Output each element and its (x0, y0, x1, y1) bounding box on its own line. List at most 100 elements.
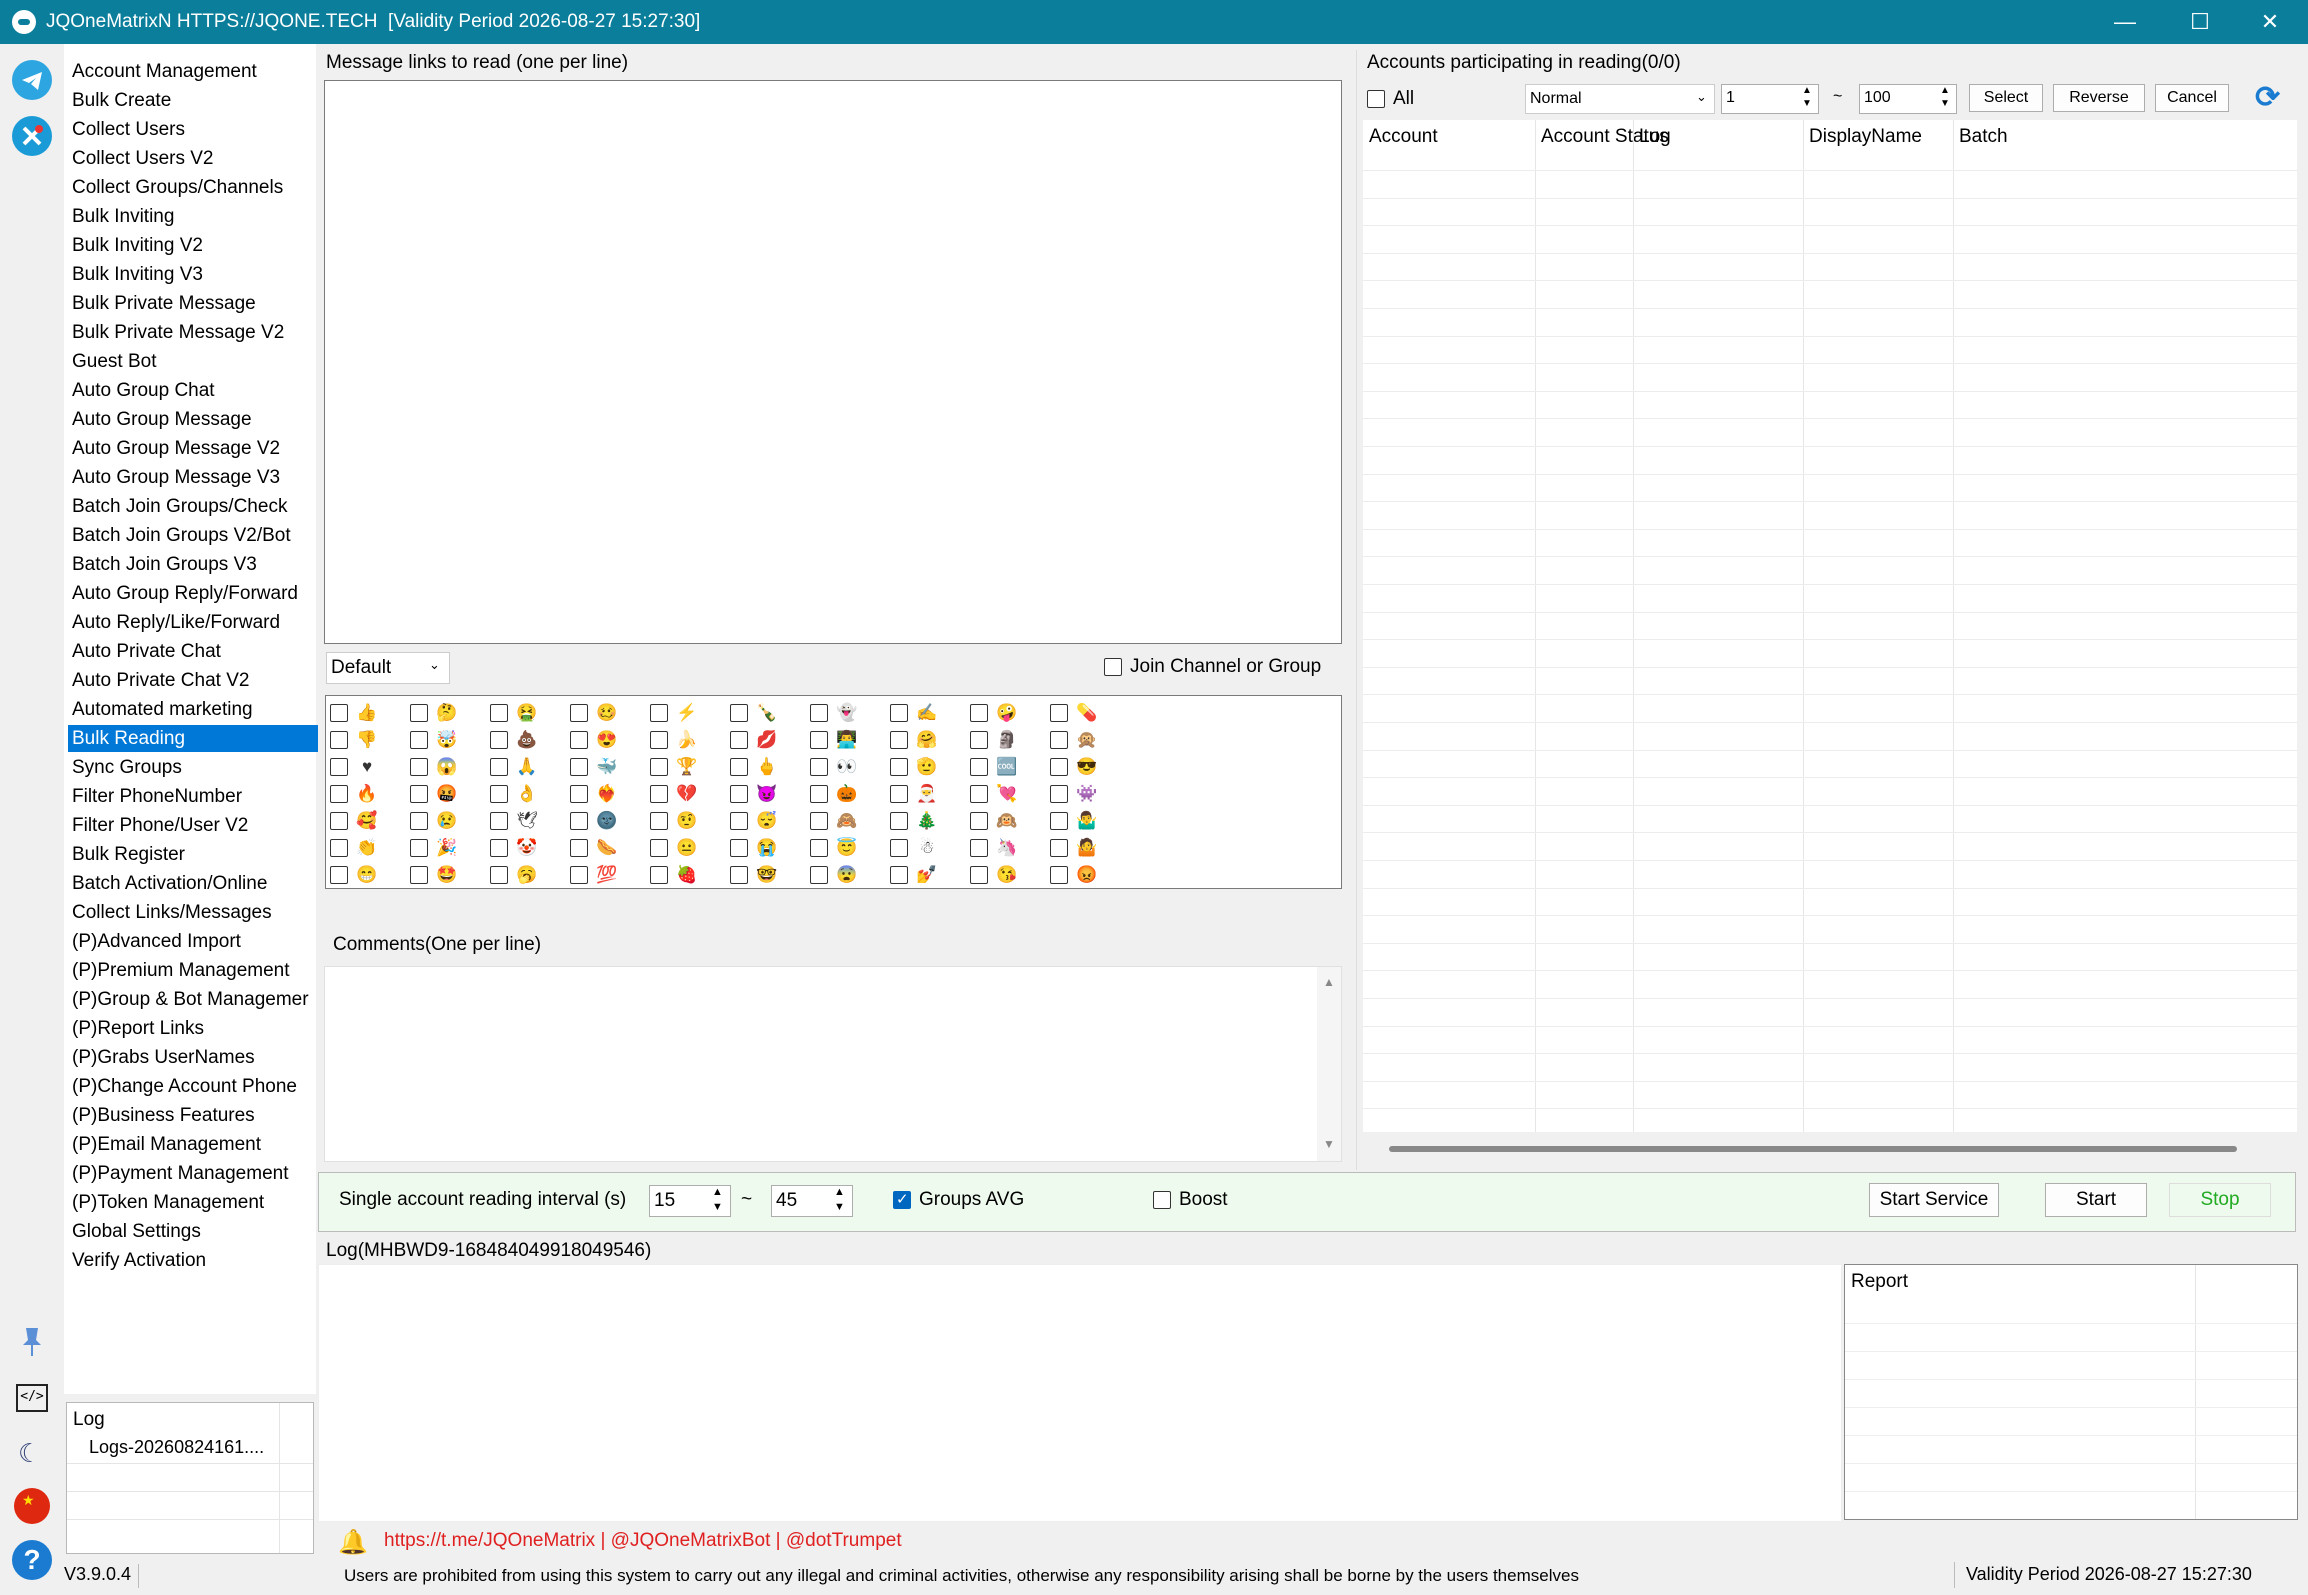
reaction-checkbox[interactable] (490, 839, 508, 857)
reaction-checkbox[interactable] (650, 785, 668, 803)
sidebar-item[interactable]: Bulk Private Message V2 (68, 319, 318, 346)
reaction-checkbox[interactable] (330, 758, 348, 776)
column-header[interactable]: Account (1369, 126, 1438, 148)
sidebar-item[interactable]: Bulk Inviting (68, 203, 318, 230)
comments-scrollbar[interactable]: ▲ ▼ (1317, 967, 1341, 1161)
reaction-checkbox[interactable] (490, 866, 508, 884)
sidebar-item[interactable]: Bulk Private Message (68, 290, 318, 317)
reaction-checkbox[interactable] (890, 758, 908, 776)
sidebar-item[interactable]: (P)Business Features (68, 1102, 318, 1129)
reaction-checkbox[interactable] (410, 785, 428, 803)
column-header[interactable]: Batch (1959, 126, 2008, 148)
sidebar-item[interactable]: Filter Phone/User V2 (68, 812, 318, 839)
reaction-checkbox[interactable] (330, 731, 348, 749)
reaction-checkbox[interactable] (650, 866, 668, 884)
sidebar-item[interactable]: Sync Groups (68, 754, 318, 781)
sidebar-item[interactable]: Guest Bot (68, 348, 318, 375)
reaction-checkbox[interactable] (570, 839, 588, 857)
reaction-checkbox[interactable] (410, 866, 428, 884)
select-all-checkbox[interactable] (1367, 90, 1385, 108)
sidebar-item[interactable]: Collect Users V2 (68, 145, 318, 172)
sidebar-item[interactable]: Bulk Register (68, 841, 318, 868)
reaction-checkbox[interactable] (1050, 704, 1068, 722)
reaction-checkbox[interactable] (650, 812, 668, 830)
reaction-checkbox[interactable] (1050, 812, 1068, 830)
sidebar-item[interactable]: (P)Advanced Import (68, 928, 318, 955)
reaction-checkbox[interactable] (730, 704, 748, 722)
sidebar-item[interactable]: Batch Join Groups V3 (68, 551, 318, 578)
reaction-checkbox[interactable] (330, 839, 348, 857)
column-header[interactable]: Log (1639, 126, 1671, 148)
reaction-checkbox[interactable] (650, 839, 668, 857)
sidebar-item[interactable]: (P)Group & Bot Managemer (68, 986, 318, 1013)
developer-console-icon[interactable]: </> (16, 1384, 48, 1412)
sidebar-item[interactable]: Auto Group Chat (68, 377, 318, 404)
reaction-checkbox[interactable] (570, 866, 588, 884)
table-hscrollbar[interactable] (1389, 1146, 2237, 1152)
reverse-button[interactable]: Reverse (2053, 84, 2145, 112)
reaction-checkbox[interactable] (970, 704, 988, 722)
reaction-checkbox[interactable] (1050, 731, 1068, 749)
sidebar-item[interactable]: Verify Activation (68, 1247, 318, 1274)
reaction-checkbox[interactable] (650, 758, 668, 776)
minimize-button[interactable]: — (2090, 0, 2160, 44)
reaction-checkbox[interactable] (330, 785, 348, 803)
refresh-icon[interactable]: ⟳ (2255, 80, 2280, 115)
comments-textarea[interactable]: ▲ ▼ (324, 966, 1342, 1162)
sidebar-item[interactable]: (P)Token Management (68, 1189, 318, 1216)
reaction-checkbox[interactable] (330, 812, 348, 830)
sidebar-item[interactable]: Global Settings (68, 1218, 318, 1245)
reaction-checkbox[interactable] (730, 866, 748, 884)
tools-icon[interactable] (12, 116, 52, 156)
sidebar-item[interactable]: Auto Group Message (68, 406, 318, 433)
reaction-checkbox[interactable] (570, 731, 588, 749)
sidebar-item[interactable]: Automated marketing (68, 696, 318, 723)
reaction-checkbox[interactable] (810, 731, 828, 749)
reaction-checkbox[interactable] (410, 812, 428, 830)
dark-mode-icon[interactable]: ☾ (18, 1438, 41, 1469)
links-textarea[interactable] (324, 80, 1342, 644)
sidebar-item[interactable]: Auto Private Chat V2 (68, 667, 318, 694)
reaction-checkbox[interactable] (570, 704, 588, 722)
reaction-checkbox[interactable] (810, 785, 828, 803)
reaction-checkbox[interactable] (1050, 758, 1068, 776)
reaction-checkbox[interactable] (330, 866, 348, 884)
telegram-icon[interactable] (12, 60, 52, 100)
sidebar-item[interactable]: Batch Activation/Online (68, 870, 318, 897)
reaction-checkbox[interactable] (890, 866, 908, 884)
reaction-checkbox[interactable] (970, 866, 988, 884)
sidebar-item[interactable]: Batch Join Groups V2/Bot (68, 522, 318, 549)
sidebar-item[interactable]: (P)Change Account Phone (68, 1073, 318, 1100)
reaction-checkbox[interactable] (730, 812, 748, 830)
reaction-checkbox[interactable] (650, 731, 668, 749)
cancel-button[interactable]: Cancel (2155, 84, 2229, 112)
sidebar-item[interactable]: Bulk Reading (68, 725, 318, 752)
reaction-checkbox[interactable] (1050, 839, 1068, 857)
sidebar-item[interactable]: Collect Groups/Channels (68, 174, 318, 201)
stop-button[interactable]: Stop (2169, 1183, 2271, 1217)
reaction-checkbox[interactable] (890, 812, 908, 830)
reaction-checkbox[interactable] (890, 839, 908, 857)
mode-select[interactable]: Default ⌄ (326, 652, 450, 684)
sidebar-item[interactable]: Bulk Inviting V2 (68, 232, 318, 259)
sidebar-item[interactable]: (P)Premium Management (68, 957, 318, 984)
sidebar-item[interactable]: (P)Report Links (68, 1015, 318, 1042)
reaction-checkbox[interactable] (730, 758, 748, 776)
reaction-checkbox[interactable] (810, 704, 828, 722)
reaction-checkbox[interactable] (490, 785, 508, 803)
log-file-item[interactable]: Logs-20260824161.... (89, 1437, 264, 1458)
sidebar-item[interactable]: Account Management (68, 58, 318, 85)
sidebar-item[interactable]: Auto Reply/Like/Forward (68, 609, 318, 636)
reaction-checkbox[interactable] (490, 704, 508, 722)
reaction-checkbox[interactable] (410, 758, 428, 776)
sidebar-item[interactable]: Collect Links/Messages (68, 899, 318, 926)
reaction-checkbox[interactable] (810, 866, 828, 884)
contact-links[interactable]: https://t.me/JQOneMatrix | @JQOneMatrixB… (384, 1530, 902, 1552)
reaction-checkbox[interactable] (970, 812, 988, 830)
reaction-checkbox[interactable] (890, 785, 908, 803)
maximize-button[interactable]: ☐ (2165, 0, 2235, 44)
reaction-checkbox[interactable] (970, 758, 988, 776)
sidebar-item[interactable]: Bulk Inviting V3 (68, 261, 318, 288)
reaction-checkbox[interactable] (410, 839, 428, 857)
reaction-checkbox[interactable] (650, 704, 668, 722)
